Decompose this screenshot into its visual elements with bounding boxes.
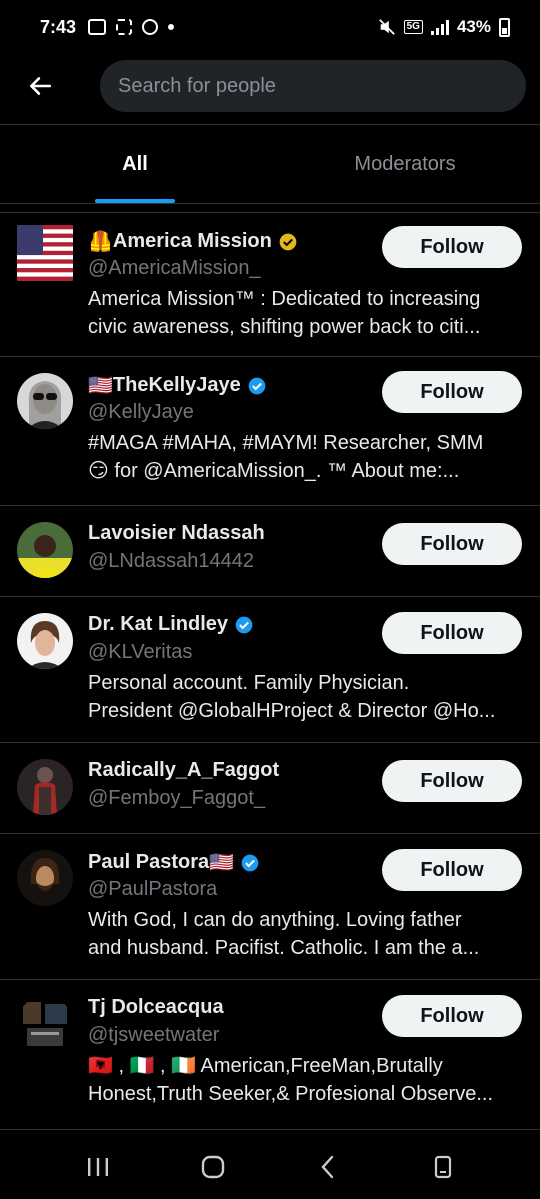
bio-line: With God, I can do anything. Loving fath… xyxy=(88,909,462,931)
follow-button[interactable]: Follow xyxy=(382,226,522,268)
notification-icons xyxy=(88,19,175,35)
user-bio: America Mission™ : Dedicated to increasi… xyxy=(88,285,524,341)
recent-apps-button[interactable] xyxy=(73,1142,123,1192)
status-bar: 7:43 5G 43% xyxy=(0,0,540,54)
people-list: 🦺 America Mission @AmericaMission_ Ameri… xyxy=(0,213,540,1130)
active-tab-indicator xyxy=(95,199,175,203)
avatar[interactable] xyxy=(17,996,73,1052)
search-bar[interactable] xyxy=(100,60,526,112)
user-handle: @PaulPastora xyxy=(88,878,218,900)
avatar[interactable] xyxy=(17,613,73,669)
bio-line: civic awareness, shifting power back to … xyxy=(88,316,481,338)
display-name: Radically_A_Faggot xyxy=(88,759,280,781)
user-handle: @AmericaMission_ xyxy=(88,257,261,279)
follow-button[interactable]: Follow xyxy=(382,995,522,1037)
home-button[interactable] xyxy=(188,1142,238,1192)
bio-line: and husband. Pacifist. Catholic. I am th… xyxy=(88,937,480,959)
avatar[interactable] xyxy=(17,373,73,429)
list-item[interactable]: Tj Dolceacqua @tjsweetwater 🇦🇱 , 🇮🇹 , 🇮🇪… xyxy=(0,980,540,1130)
follow-button[interactable]: Follow xyxy=(382,612,522,654)
verified-gold-icon xyxy=(279,233,297,250)
display-name: Dr. Kat Lindley xyxy=(88,613,229,635)
user-name[interactable]: Lavoisier Ndassah xyxy=(88,522,265,545)
list-item[interactable]: Radically_A_Faggot @Femboy_Faggot_ Follo… xyxy=(0,743,540,834)
battery-percent: 43% xyxy=(456,17,491,36)
tab-all[interactable]: All xyxy=(0,125,270,203)
tab-moderators[interactable]: Moderators xyxy=(270,125,540,203)
verified-blue-icon xyxy=(241,854,259,871)
search-input[interactable] xyxy=(118,74,526,98)
mute-icon xyxy=(378,19,395,35)
battery-icon xyxy=(499,17,510,37)
follow-button[interactable]: Follow xyxy=(382,760,522,802)
user-name[interactable]: 🦺 America Mission xyxy=(88,229,298,254)
tab-moderators-label: Moderators xyxy=(354,152,456,175)
tab-bar: All Moderators xyxy=(0,124,540,204)
name-suffix-emoji: 🇺🇸 xyxy=(209,852,235,874)
back-chevron-icon xyxy=(320,1155,333,1178)
follow-button[interactable]: Follow xyxy=(382,849,522,891)
more-notifications-dot-icon xyxy=(168,24,175,30)
user-name[interactable]: Radically_A_Faggot xyxy=(88,759,279,782)
user-bio: With God, I can do anything. Loving fath… xyxy=(88,906,524,962)
user-name[interactable]: Tj Dolceacqua xyxy=(88,996,224,1019)
list-item[interactable]: Paul Pastora 🇺🇸 @PaulPastora With God, I… xyxy=(0,834,540,980)
tab-all-label: All xyxy=(122,152,148,175)
avatar[interactable] xyxy=(17,225,73,281)
phone-icon xyxy=(434,1155,451,1178)
gallery-icon xyxy=(88,19,107,35)
list-item[interactable]: 🇺🇸 TheKellyJaye @KellyJaye #MAGA #MAHA, … xyxy=(0,357,540,506)
user-name[interactable]: Paul Pastora 🇺🇸 xyxy=(88,850,260,875)
follow-button[interactable]: Follow xyxy=(382,523,522,565)
user-name[interactable]: 🇺🇸 TheKellyJaye xyxy=(88,373,267,398)
back-nav-button[interactable] xyxy=(303,1142,353,1192)
network-type-badge: 5G xyxy=(403,20,423,34)
home-icon xyxy=(201,1155,224,1178)
status-time: 7:43 xyxy=(40,16,77,37)
avatar[interactable] xyxy=(17,850,73,906)
signal-icon xyxy=(430,19,449,35)
display-name: Paul Pastora xyxy=(88,851,210,873)
list-item[interactable]: Dr. Kat Lindley @KLVeritas Personal acco… xyxy=(0,597,540,743)
avatar[interactable] xyxy=(17,759,73,815)
user-bio: Personal account. Family Physician. Pres… xyxy=(88,669,524,725)
display-name: Tj Dolceacqua xyxy=(88,996,224,1018)
bio-line: Personal account. Family Physician. xyxy=(88,672,410,694)
avatar[interactable] xyxy=(17,522,73,578)
bio-line: #MAGA #MAHA, #MAYM! Researcher, SMM xyxy=(88,432,484,454)
display-name: Lavoisier Ndassah xyxy=(88,522,265,544)
user-handle: @KellyJaye xyxy=(88,401,194,423)
list-item[interactable]: 🦺 America Mission @AmericaMission_ Ameri… xyxy=(0,213,540,357)
user-bio: #MAGA #MAHA, #MAYM! Researcher, SMM 😏 fo… xyxy=(88,429,524,485)
bio-line: America Mission™ : Dedicated to increasi… xyxy=(88,288,481,310)
user-name[interactable]: Dr. Kat Lindley xyxy=(88,613,254,636)
name-prefix-emoji: 🦺 xyxy=(88,231,113,253)
follow-button[interactable]: Follow xyxy=(382,371,522,413)
user-handle: @LNdassah14442 xyxy=(88,550,254,572)
system-nav-bar xyxy=(0,1134,540,1199)
system-status: 5G 43% xyxy=(378,17,510,37)
user-bio: 🇦🇱 , 🇮🇹 , 🇮🇪 American,FreeMan,Brutally H… xyxy=(88,1052,524,1108)
bio-line: 😏 for @AmericaMission_. ™ About me:... xyxy=(88,460,460,482)
name-prefix-emoji: 🇺🇸 xyxy=(88,375,113,397)
screen-toggle-button[interactable] xyxy=(418,1142,468,1192)
screenshot-icon xyxy=(116,19,133,35)
list-item[interactable]: Lavoisier Ndassah @LNdassah14442 Follow xyxy=(0,506,540,597)
user-handle: @Femboy_Faggot_ xyxy=(88,787,266,809)
reddit-icon xyxy=(142,19,159,35)
verified-blue-icon xyxy=(235,616,253,633)
back-arrow-icon xyxy=(30,77,52,95)
header xyxy=(0,56,540,116)
display-name: TheKellyJaye xyxy=(112,374,241,396)
user-handle: @KLVeritas xyxy=(88,641,193,663)
bio-line: Honest,Truth Seeker,& Profesional Observ… xyxy=(88,1083,494,1105)
bio-line: President @GlobalHProject & Director @Ho… xyxy=(88,700,496,722)
verified-blue-icon xyxy=(248,377,266,394)
recent-apps-icon xyxy=(87,1157,108,1176)
back-button[interactable] xyxy=(15,61,65,111)
user-handle: @tjsweetwater xyxy=(88,1024,220,1046)
bio-line: 🇦🇱 , 🇮🇹 , 🇮🇪 American,FreeMan,Brutally xyxy=(88,1055,443,1077)
display-name: America Mission xyxy=(112,230,272,252)
